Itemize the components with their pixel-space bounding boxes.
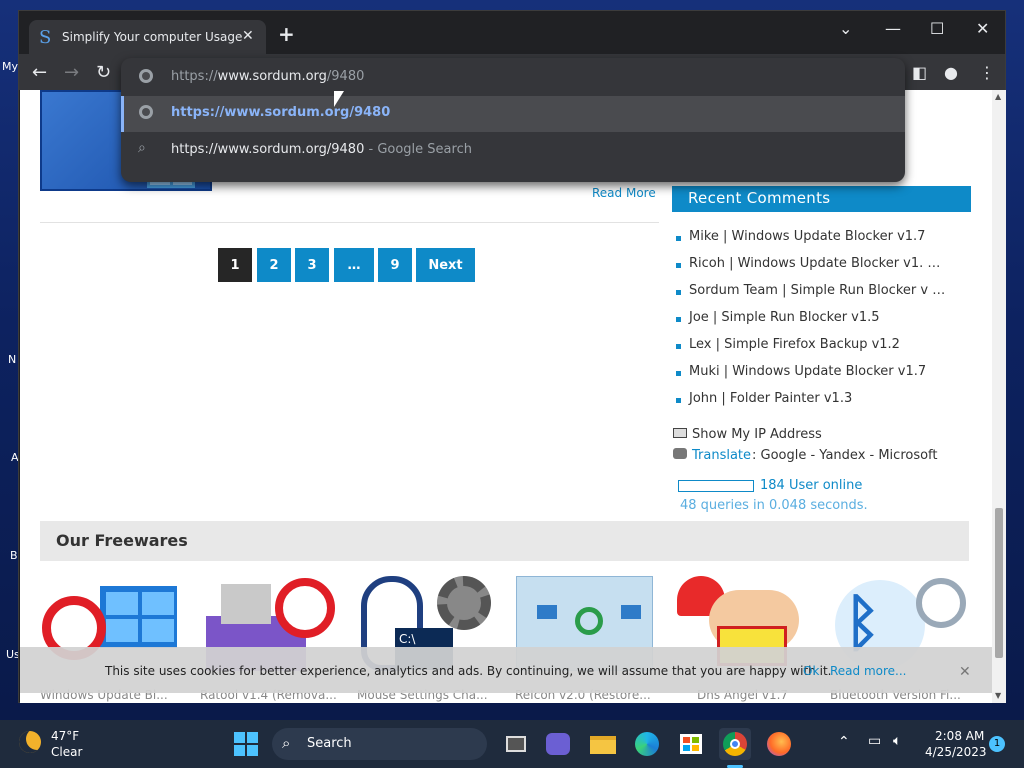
search-icon: ⌕ — [282, 734, 291, 752]
comment-link[interactable]: Mike | Windows Update Blocker v1.7 — [675, 229, 925, 244]
volume-icon[interactable]: 🔈︎ — [893, 733, 901, 749]
clock-time[interactable]: 2:08 AM — [935, 729, 984, 743]
taskbar: 47°F Clear ⌕ Search ⌃ ▭ 🔈︎ 2:08 AM 4/25/… — [0, 720, 1024, 768]
tab-search-icon[interactable]: ⌄ — [839, 19, 852, 38]
users-online: 184 User online — [760, 478, 863, 493]
comment-link[interactable]: Muki | Windows Update Blocker v1.7 — [675, 364, 926, 379]
profile-icon[interactable]: ● — [944, 63, 958, 82]
divider — [40, 222, 659, 223]
chevron-up-icon[interactable]: ⌃ — [838, 734, 850, 750]
page-2-button[interactable]: 2 — [257, 248, 291, 282]
forward-icon[interactable]: → — [64, 62, 79, 83]
translate-link[interactable]: Translate — [692, 448, 751, 463]
reload-icon[interactable]: ↻ — [96, 62, 111, 83]
comment-link[interactable]: Ricoh | Windows Update Blocker v1. … — [675, 256, 940, 271]
new-tab-button[interactable]: + — [278, 22, 295, 46]
teams-icon[interactable] — [542, 728, 574, 760]
firefox-icon[interactable] — [763, 728, 795, 760]
read-more-link[interactable]: Read More — [592, 186, 656, 200]
close-window-button[interactable]: ✕ — [976, 19, 989, 38]
minimize-button[interactable]: — — [885, 19, 901, 38]
address-bar[interactable]: https://www.sordum.org/9480 — [121, 60, 905, 96]
globe-icon — [139, 69, 153, 83]
suggestion-text: https://www.sordum.org/9480 — [171, 105, 391, 120]
suggestion-text: https://www.sordum.org/9480 - Google Sea… — [171, 142, 472, 157]
chat-icon — [673, 448, 687, 459]
moon-icon — [19, 731, 41, 753]
file-explorer-icon[interactable] — [587, 728, 619, 760]
globe-icon — [139, 105, 153, 119]
cookie-text: This site uses cookies for better experi… — [105, 664, 832, 678]
page-9-button[interactable]: 9 — [378, 248, 412, 282]
tab-title: Simplify Your computer Usage — [62, 30, 243, 44]
network-icon[interactable]: ▭ — [868, 733, 881, 749]
comment-link[interactable]: Joe | Simple Run Blocker v1.5 — [676, 310, 880, 325]
block-icon — [275, 578, 335, 638]
edge-icon[interactable] — [631, 728, 663, 760]
online-bar — [678, 480, 754, 492]
recent-comments-title: Recent Comments — [672, 186, 971, 212]
browser-window: S Simplify Your computer Usage ✕ + ⌄ — ☐… — [18, 10, 1006, 703]
comment-link[interactable]: Lex | Simple Firefox Backup v1.2 — [676, 337, 900, 352]
address-text[interactable]: https://www.sordum.org/9480 — [171, 69, 364, 84]
page-3-button[interactable]: 3 — [295, 248, 329, 282]
show-ip-link[interactable]: Show My IP Address — [692, 427, 822, 442]
back-icon[interactable]: ← — [32, 62, 47, 83]
translate-options: : Google - Yandex - Microsoft — [752, 448, 938, 463]
comment-link[interactable]: John | Folder Painter v1.3 — [675, 391, 852, 406]
scrollbar[interactable]: ▲ ▼ — [992, 90, 1006, 703]
search-icon: ⌕ — [138, 140, 146, 156]
comment-link[interactable]: Sordum Team | Simple Run Blocker v … — [675, 283, 945, 298]
weather-temp[interactable]: 47°F — [51, 729, 79, 743]
freewares-title: Our Freewares — [40, 521, 969, 561]
search-box[interactable]: ⌕ Search — [272, 728, 487, 760]
tab-active[interactable]: S Simplify Your computer Usage ✕ — [29, 20, 266, 54]
site-favicon-icon: S — [39, 27, 52, 48]
menu-icon[interactable]: ⋮ — [979, 63, 995, 82]
queries-stat: 48 queries in 0.048 seconds. — [680, 498, 868, 513]
next-page-button[interactable]: Next — [416, 248, 475, 282]
magnifier-icon — [916, 578, 966, 628]
start-button[interactable] — [230, 728, 262, 760]
task-view-icon[interactable] — [500, 728, 532, 760]
page-1-button[interactable]: 1 — [218, 248, 252, 282]
scroll-thumb[interactable] — [995, 508, 1003, 658]
cookie-ok-button[interactable]: Ok — [803, 664, 819, 678]
desktop-label: B — [10, 549, 18, 562]
desktop-label: My — [2, 60, 19, 73]
notification-badge[interactable]: 1 — [989, 736, 1005, 752]
search-label: Search — [307, 736, 352, 751]
cookie-close-icon[interactable]: ✕ — [959, 664, 971, 680]
desktop-label: N — [8, 353, 17, 366]
sidebar-icon[interactable]: ◧ — [912, 63, 927, 82]
chrome-icon[interactable] — [719, 728, 751, 760]
cookie-banner: This site uses cookies for better experi… — [20, 647, 992, 693]
scroll-down-icon[interactable]: ▼ — [995, 691, 1001, 700]
page-ellipsis: … — [334, 248, 374, 282]
tab-close-icon[interactable]: ✕ — [242, 28, 254, 44]
network-icon — [673, 428, 687, 438]
weather-condition[interactable]: Clear — [51, 745, 82, 759]
clock-date[interactable]: 4/25/2023 — [925, 745, 987, 759]
maximize-button[interactable]: ☐ — [930, 19, 944, 38]
refresh-icon — [575, 607, 603, 635]
mouse-cursor-icon — [334, 91, 344, 107]
suggestion-search[interactable]: ⌕ https://www.sordum.org/9480 - Google S… — [121, 133, 905, 169]
suggestion-url[interactable]: https://www.sordum.org/9480 — [121, 96, 905, 132]
gear-icon — [437, 576, 491, 630]
omnibox-dropdown: https://www.sordum.org/9480 https://www.… — [121, 58, 905, 182]
store-icon[interactable] — [675, 728, 707, 760]
scroll-up-icon[interactable]: ▲ — [995, 92, 1001, 101]
cookie-read-more-link[interactable]: Read more... — [830, 664, 907, 678]
